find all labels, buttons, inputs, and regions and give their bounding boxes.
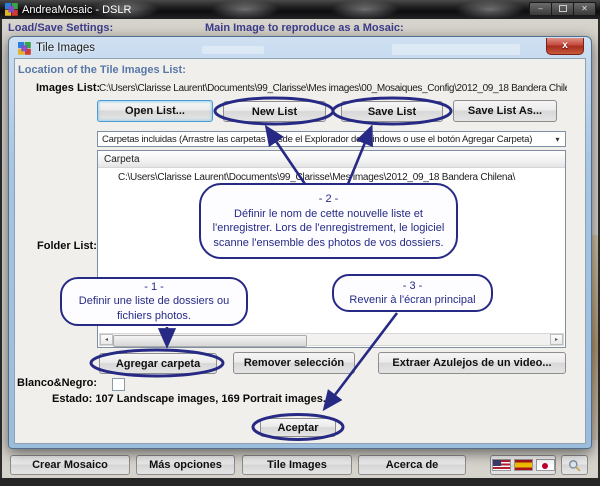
callout-text: Definir une liste de dossiers ou fichier… <box>62 294 246 323</box>
main-image-label: Main Image to reproduce as a Mosaic: <box>205 22 404 34</box>
main-window-title: AndreaMosaic - DSLR <box>22 4 131 16</box>
annotation-callout-2: - 2 - Définir le nom de cette nouvelle l… <box>199 183 458 259</box>
save-list-button[interactable]: Save List <box>341 101 443 122</box>
maximize-button[interactable] <box>551 2 574 16</box>
images-list-label: Images List: <box>36 82 100 94</box>
callout-number: - 2 - <box>209 192 448 207</box>
open-list-button[interactable]: Open List... <box>97 100 213 122</box>
horizontal-scrollbar[interactable]: ◂ ▸ <box>99 333 564 346</box>
minimize-button[interactable]: – <box>529 2 552 16</box>
dialog-title: Tile Images <box>36 42 95 54</box>
annotation-callout-1: - 1 - Definir une liste de dossiers ou f… <box>60 277 248 326</box>
background-ghost-shape <box>202 46 264 54</box>
dialog-titlebar: Tile Images x <box>10 38 590 58</box>
status-text: Estado: 107 Landscape images, 169 Portra… <box>52 393 326 405</box>
close-button[interactable]: ✕ <box>573 2 596 16</box>
search-magnifier-button[interactable] <box>561 455 588 475</box>
callout-text: Revenir à l'écran principal <box>334 293 491 308</box>
glass-reflection <box>455 0 525 19</box>
screen: AndreaMosaic - DSLR – ✕ Load/Save Settin… <box>0 0 600 486</box>
included-folders-dropdown[interactable]: Carpetas incluidas (Arrastre las carpeta… <box>97 131 566 147</box>
scrollbar-thumb[interactable] <box>113 335 307 347</box>
japan-flag-icon <box>536 459 555 471</box>
list-column-header[interactable]: Carpeta <box>98 151 565 168</box>
new-list-button[interactable]: New List <box>223 101 326 122</box>
images-list-path: C:\Users\Clarisse Laurent\Documents\99_C… <box>99 83 567 94</box>
blanco-negro-checkbox[interactable] <box>112 378 125 391</box>
dropdown-selected-value: Carpetas incluidas (Arrastre las carpeta… <box>98 134 550 145</box>
dialog-close-button[interactable]: x <box>546 38 584 55</box>
andreamosaic-app-icon <box>5 3 18 16</box>
remover-seleccion-button[interactable]: Remover selección <box>233 352 355 374</box>
scroll-right-icon[interactable]: ▸ <box>550 334 563 345</box>
background-photo-sliver <box>591 235 598 440</box>
language-flags-button[interactable] <box>490 455 556 475</box>
callout-text: Définir le nom de cette nouvelle liste e… <box>209 207 448 251</box>
blanco-negro-label: Blanco&Negro: <box>17 377 97 389</box>
main-window-titlebar: AndreaMosaic - DSLR – ✕ <box>0 0 600 19</box>
background-ghost-shape <box>392 44 520 55</box>
window-bottom-edge <box>0 478 600 486</box>
spain-flag-icon <box>514 459 533 471</box>
glass-reflection <box>210 0 280 19</box>
glass-reflection <box>330 0 400 19</box>
list-item[interactable]: C:\Users\Clarisse Laurent\Documents\99_C… <box>98 172 565 183</box>
dialog-mosaic-icon <box>18 42 31 55</box>
maximize-icon <box>559 5 567 12</box>
callout-number: - 1 - <box>62 280 246 295</box>
save-list-as-button[interactable]: Save List As... <box>453 100 557 122</box>
location-heading: Location of the Tile Images List: <box>18 64 186 76</box>
acerca-de-button[interactable]: Acerca de <box>358 455 466 475</box>
load-save-settings-label: Load/Save Settings: <box>8 22 113 34</box>
aceptar-button[interactable]: Aceptar <box>260 418 336 437</box>
callout-number: - 3 - <box>334 279 491 294</box>
chevron-down-icon: ▾ <box>550 135 565 144</box>
tile-images-button[interactable]: Tile Images <box>242 455 352 475</box>
mas-opciones-button[interactable]: Más opciones <box>136 455 235 475</box>
agregar-carpeta-button[interactable]: Agregar carpeta <box>99 353 217 374</box>
us-flag-icon <box>492 459 511 471</box>
scroll-left-icon[interactable]: ◂ <box>100 334 113 345</box>
magnifier-icon <box>568 459 581 472</box>
folder-list-label: Folder List: <box>37 240 97 252</box>
annotation-callout-3: - 3 - Revenir à l'écran principal <box>332 274 493 312</box>
crear-mosaico-button[interactable]: Crear Mosaico <box>10 455 130 475</box>
extraer-azulejos-button[interactable]: Extraer Azulejos de un video... <box>378 352 566 374</box>
